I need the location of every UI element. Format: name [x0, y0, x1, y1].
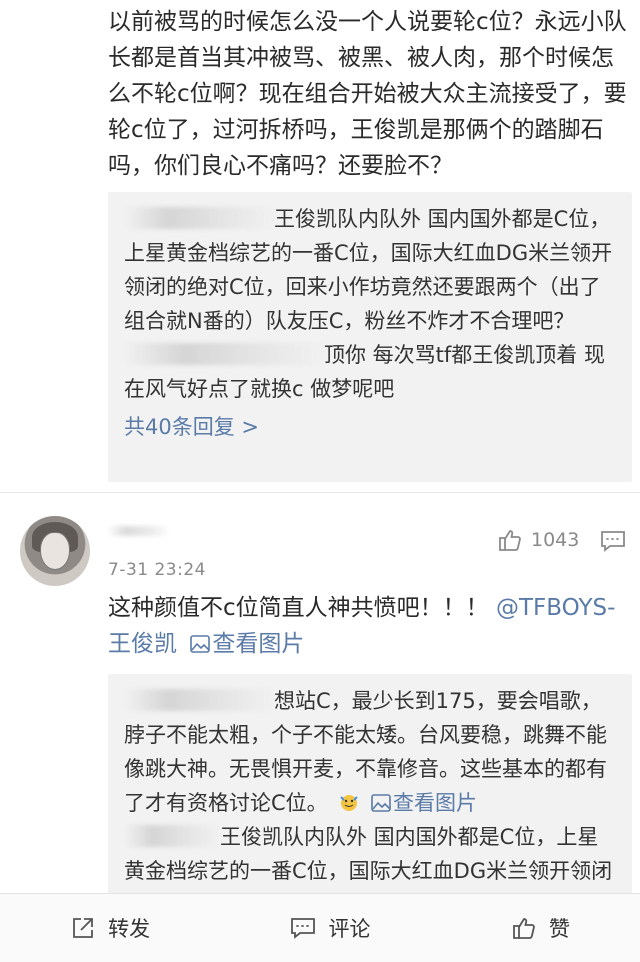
emoji-icon	[338, 791, 360, 813]
comment-body: 以前被骂的时候怎么没一个人说要轮c位？永远小队长都是首当其冲被骂、被黑、被人肉，…	[108, 9, 627, 179]
repost-label: 转发	[108, 917, 151, 941]
avatar[interactable]	[20, 516, 90, 586]
comment-button[interactable]: 评论	[290, 913, 370, 943]
comment-text: 以前被骂的时候怎么没一个人说要轮c位？永远小队长都是首当其冲被骂、被黑、被人肉，…	[108, 4, 628, 184]
image-icon	[371, 794, 391, 812]
view-image-link[interactable]: 查看图片	[367, 791, 477, 815]
repost-button[interactable]: 转发	[70, 913, 150, 943]
view-image-link[interactable]: 查看图片	[184, 631, 304, 657]
share-icon	[70, 915, 96, 941]
like-label: 赞	[548, 917, 570, 941]
reply-thread[interactable]: 想站C，最少长到175，要会唱歌，脖子不能太粗，个子不能太矮。台风要稳，跳舞不能…	[108, 674, 632, 904]
comment-text: 这种颜值不c位简直人神共愤吧！！！ @TFBOYS-王俊凯 查看图片	[108, 590, 628, 662]
bottom-action-bar: 转发 评论 赞	[0, 893, 640, 962]
reply-item[interactable]: 顶你 每次骂tf都王俊凯顶着 现在风气好点了就换c 做梦呢吧	[124, 338, 614, 406]
blurred-username	[124, 689, 274, 711]
comment-bubble-icon[interactable]	[600, 529, 626, 553]
comment-body: 这种颜值不c位简直人神共愤吧！！！	[108, 595, 489, 621]
comment-timestamp: 7-31 23:24	[108, 560, 206, 580]
blurred-username	[124, 207, 274, 229]
reply-item[interactable]: 想站C，最少长到175，要会唱歌，脖子不能太粗，个子不能太矮。台风要稳，跳舞不能…	[124, 684, 614, 820]
blurred-username	[124, 343, 324, 365]
more-replies-link[interactable]: 共40条回复 >	[124, 410, 614, 444]
thumbs-up-icon	[497, 527, 523, 553]
comment-label: 评论	[328, 917, 371, 941]
reply-item[interactable]: 王俊凯队内队外 国内国外都是C位，上星黄金档综艺的一番C位，国际大红血DG米兰领…	[124, 202, 614, 338]
reply-thread[interactable]: 王俊凯队内队外 国内国外都是C位，上星黄金档综艺的一番C位，国际大红血DG米兰领…	[108, 192, 632, 482]
like-counter[interactable]: 1043	[497, 527, 579, 553]
comment-bubble-icon	[290, 916, 316, 940]
reply-item[interactable]: 王俊凯队内队外 国内国外都是C位，上星黄金档综艺的一番C位，国际大红血DG米兰领…	[124, 820, 614, 904]
like-button[interactable]: 赞	[511, 913, 570, 943]
blurred-username[interactable]	[108, 526, 168, 536]
comment-divider	[0, 492, 640, 493]
like-count: 1043	[531, 529, 580, 551]
blurred-username	[124, 825, 220, 847]
image-icon	[190, 635, 211, 653]
thumbs-up-icon	[511, 915, 537, 941]
